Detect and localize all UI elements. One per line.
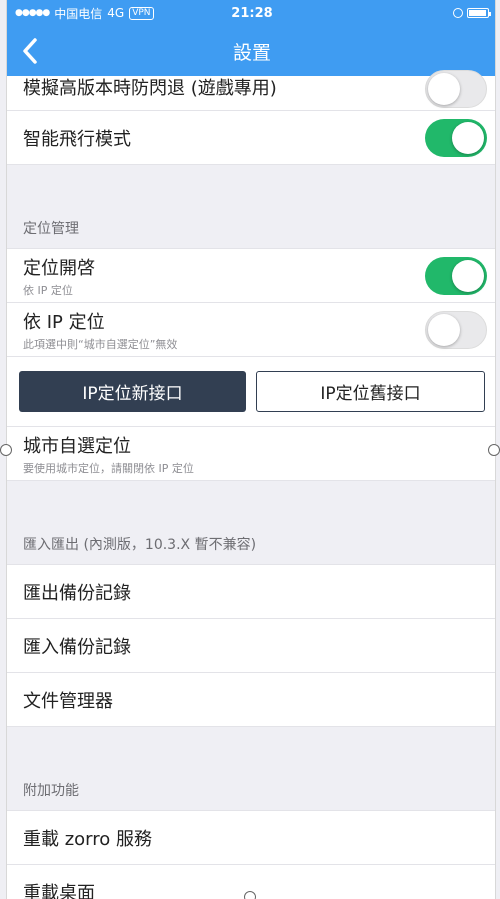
toggle-crash-prevention[interactable]: [425, 70, 487, 108]
row-label: 匯入備份記錄: [23, 636, 131, 658]
resize-handle-bottom[interactable]: [244, 891, 256, 899]
toggle-knob: [452, 121, 484, 154]
toggle-location-enable[interactable]: [425, 256, 487, 295]
section-header-import-export: 匯入匯出 (內測版，10.3.X 暫不兼容): [7, 523, 495, 565]
row-label: 重載 zorro 服務: [23, 828, 153, 850]
row-ip-location[interactable]: 依 IP 定位 此項選中則“城市自選定位”無效: [7, 303, 495, 357]
carrier-label: 中国电信: [54, 6, 103, 21]
row-smart-airplane[interactable]: 智能飛行模式: [7, 111, 495, 165]
ip-old-interface-button[interactable]: IP定位舊接口: [256, 371, 485, 412]
row-label: 匯出備份記錄: [23, 582, 131, 604]
row-import-backup[interactable]: 匯入備份記錄: [7, 619, 495, 673]
network-label: 4G: [107, 6, 125, 20]
toggle-knob: [428, 73, 460, 105]
ip-interface-buttons: IP定位新接口 IP定位舊接口: [7, 357, 495, 427]
row-city-location[interactable]: 城市自選定位 要使用城市定位，請關閉依 IP 定位: [7, 427, 495, 481]
row-location-enable[interactable]: 定位開啓 依 IP 定位: [7, 249, 495, 303]
chevron-left-icon: [23, 38, 37, 64]
resize-handle-left[interactable]: [0, 444, 12, 456]
row-label: 定位開啓: [23, 257, 95, 279]
back-button[interactable]: [19, 37, 43, 65]
row-sublabel: 依 IP 定位: [23, 283, 73, 297]
section-header-extras: 附加功能: [7, 769, 495, 811]
row-sublabel: 此項選中則“城市自選定位”無效: [23, 337, 178, 351]
signal-icon: ●●●●●: [15, 8, 50, 18]
app-frame: ●●●●● 中国电信 4G VPN 21:28 設置 模擬高版本時防閃退 (遊戲…: [6, 0, 496, 899]
row-label: 城市自選定位: [23, 435, 131, 457]
row-label: 文件管理器: [23, 690, 113, 712]
toggle-knob: [452, 259, 484, 292]
row-sublabel: 要使用城市定位，請關閉依 IP 定位: [23, 461, 194, 475]
settings-list: 模擬高版本時防閃退 (遊戲專用) 智能飛行模式 定位管理 定位開啓 依 IP 定…: [7, 70, 495, 899]
battery-icon: [467, 8, 491, 18]
status-bar: ●●●●● 中国电信 4G VPN 21:28: [7, 0, 495, 26]
toggle-smart-airplane[interactable]: [425, 118, 487, 157]
row-label: 智能飛行模式: [23, 128, 131, 150]
row-label: 模擬高版本時防閃退 (遊戲專用): [23, 78, 277, 99]
rotation-lock-icon: [453, 8, 463, 18]
section-header-location: 定位管理: [7, 207, 495, 249]
row-crash-prevention[interactable]: 模擬高版本時防閃退 (遊戲專用): [7, 70, 495, 111]
resize-handle-right[interactable]: [488, 444, 500, 456]
row-file-manager[interactable]: 文件管理器: [7, 673, 495, 727]
page-title: 設置: [232, 41, 271, 64]
ip-new-interface-button[interactable]: IP定位新接口: [19, 371, 246, 412]
row-reload-zorro[interactable]: 重載 zorro 服務: [7, 811, 495, 865]
toggle-ip-location[interactable]: [425, 310, 487, 349]
row-label: 依 IP 定位: [23, 311, 105, 333]
toggle-knob: [428, 313, 460, 346]
vpn-badge: VPN: [129, 6, 154, 20]
row-export-backup[interactable]: 匯出備份記錄: [7, 565, 495, 619]
navigation-bar: 設置: [7, 26, 495, 76]
